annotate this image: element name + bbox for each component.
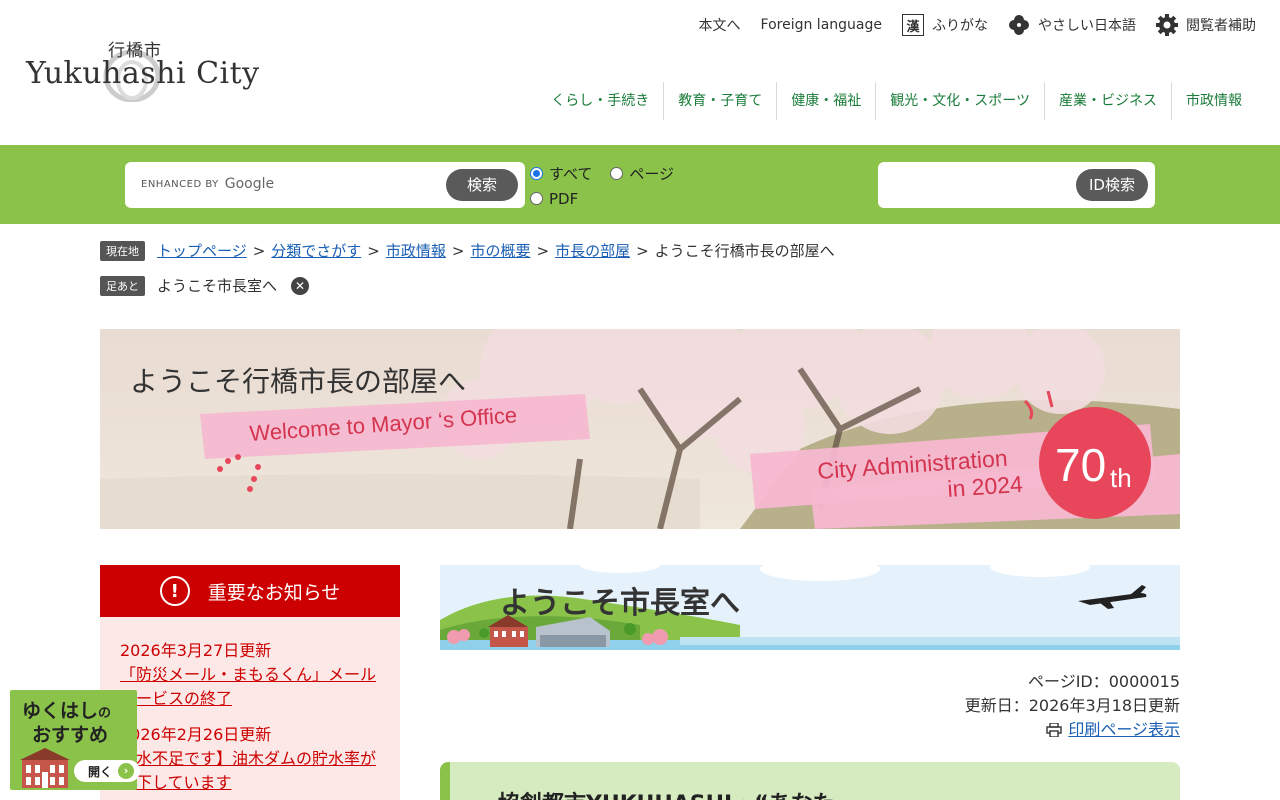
close-icon[interactable]: ✕ (291, 276, 310, 295)
accessibility-label: 閲覧者補助 (1186, 18, 1256, 34)
breadcrumb-link-city-info[interactable]: 市政情報 (386, 240, 446, 261)
easy-japanese-link[interactable]: やさしい日本語 (1008, 14, 1136, 36)
breadcrumb-current: ようこそ行橋市長の部屋へ (654, 242, 835, 260)
recommend-widget[interactable]: ゆくはしの おすすめ 開く › (10, 690, 140, 790)
notice-date: 2026年3月27日更新 (120, 641, 272, 660)
clover-icon (1009, 15, 1029, 35)
print-page-link[interactable]: 印刷ページ表示 (1068, 718, 1180, 742)
scope-all-label: すべて (549, 165, 593, 183)
breadcrumb-sep: > (252, 241, 266, 260)
recommend-open-button[interactable]: 開く › (74, 760, 140, 782)
recommend-title-line2: おすすめ (32, 724, 109, 746)
search-bar: ENHANCED BY Google 検索 すべて ページ PDF ID検索 (0, 145, 1280, 224)
id-search-input[interactable]: ID検索 (878, 162, 1155, 208)
site-header: 行橋市 Yukuhashi City 本文へ Foreign language … (0, 0, 1280, 145)
open-label: 開く (87, 764, 112, 779)
notice-link[interactable]: 【水不足です】油木ダムの貯水率が低下しています (120, 747, 380, 795)
hero-title: ようこそ行橋市長の部屋へ (130, 366, 466, 397)
building-icon (20, 748, 70, 788)
page-id: ページID：0000015 (1028, 672, 1180, 691)
breadcrumb-sep: > (451, 241, 465, 260)
foreign-language-label: Foreign language (760, 17, 882, 33)
nav-health[interactable]: 健康・福祉 (776, 82, 875, 120)
nav-living[interactable]: くらし・手続き (537, 82, 663, 120)
utility-links: 本文へ Foreign language 漢 ふりがな やさしい日本語 閲覧者補… (679, 14, 1256, 36)
anniversary-suffix: th (1110, 463, 1132, 493)
recommend-title-line1: ゆくはしの (22, 696, 111, 723)
content-banner-illustration: ようこそ市長室へ (440, 565, 1180, 650)
scope-page-label: ページ (629, 165, 675, 183)
id-search-button[interactable]: ID検索 (1076, 169, 1148, 201)
google-branding: ENHANCED BY Google (141, 176, 274, 192)
breadcrumb-tag: 現在地 (100, 240, 145, 261)
anniversary-number: 70 (1055, 439, 1106, 491)
breadcrumb-link-overview[interactable]: 市の概要 (470, 240, 530, 261)
print-link-row: 印刷ページ表示 (965, 718, 1180, 742)
logo-english-name: Yukuhashi City (26, 56, 260, 91)
footprint: 足あと ようこそ市長室へ ✕ (100, 275, 310, 296)
furigana-label: ふりがな (932, 18, 988, 34)
foreign-language-link[interactable]: Foreign language (761, 14, 882, 36)
footprint-tag: 足あと (100, 275, 145, 296)
page-meta: ページID：0000015 更新日：2026年3月18日更新 印刷ページ表示 (965, 670, 1180, 742)
section-heading: 協創都市YUKUHASHI・“あなた (440, 762, 1180, 800)
nav-city-info[interactable]: 市政情報 (1171, 82, 1256, 120)
breadcrumb-link-top[interactable]: トップページ (157, 240, 247, 261)
notice-link[interactable]: 「防災メール・まもるくん」メールサービスの終了 (120, 663, 380, 711)
enhanced-by-label: ENHANCED BY (141, 178, 219, 190)
gear-icon (1156, 14, 1178, 36)
updated-date: 更新日：2026年3月18日更新 (964, 696, 1180, 715)
site-logo[interactable]: 行橋市 Yukuhashi City (26, 34, 259, 104)
breadcrumb-sep: > (536, 241, 550, 260)
chevron-right-icon: › (118, 763, 134, 779)
printer-icon (1046, 723, 1063, 737)
breadcrumb-link-category[interactable]: 分類でさがす (271, 240, 361, 261)
hero-admin-line2: in 2024 (947, 471, 1024, 502)
global-nav: くらし・手続き 教育・子育て 健康・福祉 観光・文化・スポーツ 産業・ビジネス … (537, 82, 1256, 120)
kanji-icon: 漢 (902, 14, 924, 36)
easy-japanese-label: やさしい日本語 (1038, 18, 1136, 34)
scope-pdf-radio[interactable] (530, 192, 543, 205)
notice-list: 2026年3月27日更新 「防災メール・まもるくん」メールサービスの終了 202… (100, 617, 400, 795)
notice-title: 重要なお知らせ (207, 581, 341, 604)
scope-pdf-label: PDF (549, 189, 579, 208)
skip-to-content-link[interactable]: 本文へ (699, 14, 741, 36)
breadcrumb-sep: > (367, 241, 380, 260)
exclamation-icon: ! (159, 576, 190, 606)
content-banner-title: ようこそ市長室へ (500, 586, 740, 620)
notice-date: 2026年2月26日更新 (120, 725, 272, 744)
recommend-title-main: ゆくはし (22, 700, 99, 722)
breadcrumb-sep: > (636, 241, 649, 260)
important-notice: ! 重要なお知らせ 2026年3月27日更新 「防災メール・まもるくん」メールサ… (100, 565, 400, 800)
google-label: Google (224, 176, 275, 192)
footprint-item[interactable]: ようこそ市長室へ (157, 275, 277, 296)
search-button[interactable]: 検索 (446, 169, 518, 201)
search-scope: すべて ページ PDF (530, 161, 690, 211)
skip-to-content-label: 本文へ (698, 18, 741, 34)
breadcrumb-link-mayor[interactable]: 市長の部屋 (555, 240, 630, 261)
scope-all-radio[interactable] (530, 167, 543, 180)
content-banner: ようこそ市長室へ (440, 565, 1180, 650)
breadcrumb: 現在地 トップページ > 分類でさがす > 市政情報 > 市の概要 > 市長の部屋 > よ… (100, 240, 835, 261)
section-heading-text: 協創都市YUKUHASHI・“あなた (498, 786, 835, 800)
hero-banner: ようこそ行橋市長の部屋へ Welcome to Mayor ‘s Office … (100, 329, 1180, 529)
recommend-title-particle: の (98, 706, 112, 721)
nav-education[interactable]: 教育・子育て (663, 82, 776, 120)
notice-header: ! 重要なお知らせ (100, 565, 400, 617)
accessibility-link[interactable]: 閲覧者補助 (1156, 14, 1256, 36)
scope-page-radio[interactable] (610, 167, 624, 180)
nav-tourism[interactable]: 観光・文化・スポーツ (875, 82, 1044, 120)
nav-industry[interactable]: 産業・ビジネス (1044, 82, 1171, 120)
hero-illustration: ようこそ行橋市長の部屋へ Welcome to Mayor ‘s Office … (100, 329, 1180, 529)
furigana-link[interactable]: 漢 ふりがな (902, 14, 988, 36)
site-search-input[interactable]: ENHANCED BY Google 検索 (125, 162, 525, 208)
